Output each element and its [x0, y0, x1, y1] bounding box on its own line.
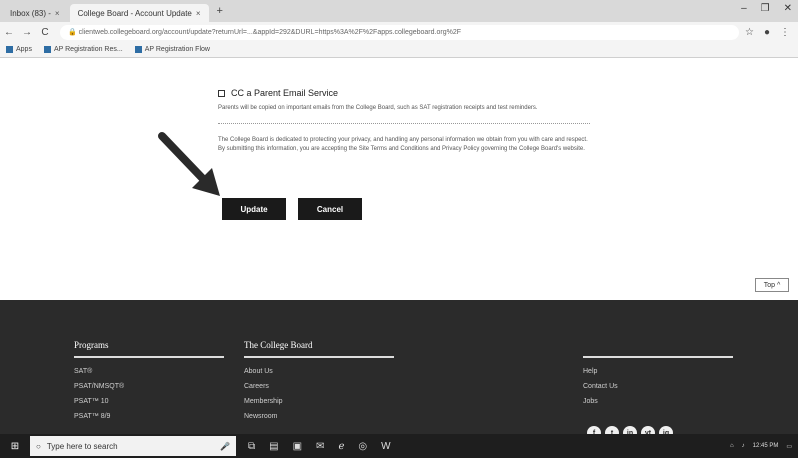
- footer-link[interactable]: PSAT™ 8/9: [74, 409, 224, 424]
- new-tab-button[interactable]: +: [209, 5, 231, 17]
- parent-email-hint: Parents will be copied on important emai…: [218, 105, 538, 111]
- consent-section: CC a Parent Email Service Parents will b…: [218, 88, 590, 154]
- file-explorer-icon[interactable]: ▤: [269, 441, 278, 452]
- mail-icon[interactable]: ✉: [316, 441, 324, 452]
- footer-college-board-heading: The College Board: [244, 340, 394, 358]
- form-actions: Update Cancel: [222, 198, 362, 220]
- windows-taskbar: ⊞ ○ Type here to search 🎤 ⧉ ▤ ▣ ✉ ℯ ◎ W …: [0, 434, 798, 458]
- tab-college-board[interactable]: College Board - Account Update ×: [69, 4, 209, 22]
- window-controls: – ❐ ✕: [741, 3, 792, 14]
- footer-links: Help Contact Us Jobs: [583, 340, 733, 409]
- taskbar-search-input[interactable]: ○ Type here to search 🎤: [30, 436, 236, 456]
- tab-label: College Board - Account Update: [77, 8, 192, 18]
- task-view-icon[interactable]: ⧉: [248, 441, 255, 452]
- close-tab-icon[interactable]: ×: [196, 9, 201, 18]
- privacy-notice: The College Board is dedicated to protec…: [218, 137, 588, 152]
- footer-link[interactable]: About Us: [244, 364, 394, 379]
- footer-link[interactable]: Help: [583, 364, 733, 379]
- parent-email-label: CC a Parent Email Service: [231, 88, 339, 98]
- close-window-icon[interactable]: ✕: [784, 3, 792, 14]
- footer-link[interactable]: Contact Us: [583, 379, 733, 394]
- footer-link[interactable]: Jobs: [583, 394, 733, 409]
- parent-email-option[interactable]: CC a Parent Email Service: [218, 88, 590, 98]
- arrow-annotation-icon: [158, 132, 220, 196]
- store-icon[interactable]: ▣: [293, 441, 302, 452]
- system-tray: ⌂ ♪ 12:45 PM ▭: [730, 443, 798, 450]
- browser-tab-bar: Inbox (83) - × College Board - Account U…: [0, 0, 798, 22]
- bookmark-star-icon[interactable]: ☆: [745, 27, 754, 38]
- clock[interactable]: 12:45 PM: [753, 443, 779, 449]
- bookmark-apps[interactable]: Apps: [6, 46, 32, 53]
- bookmark-ap-registration-res[interactable]: AP Registration Res...: [43, 46, 123, 53]
- footer-programs: Programs SAT® PSAT/NMSQT® PSAT™ 10 PSAT™…: [74, 340, 224, 424]
- cortana-icon: ○: [36, 441, 41, 451]
- cancel-button[interactable]: Cancel: [298, 198, 362, 220]
- footer-link[interactable]: PSAT™ 10: [74, 394, 224, 409]
- apps-grid-icon: [6, 46, 13, 53]
- network-icon[interactable]: ⌂: [730, 443, 734, 449]
- address-bar-row: ← → C 🔒 clientweb.collegeboard.org/accou…: [0, 22, 798, 42]
- footer-link[interactable]: Newsroom: [244, 409, 394, 424]
- windows-start-icon[interactable]: ⊞: [0, 441, 30, 452]
- lock-icon: 🔒: [68, 29, 79, 36]
- bookmark-ap-registration-flow[interactable]: AP Registration Flow: [134, 46, 210, 53]
- tab-label: Inbox (83) -: [10, 8, 51, 18]
- divider: [583, 356, 733, 358]
- parent-email-checkbox[interactable]: [218, 89, 225, 97]
- volume-icon[interactable]: ♪: [742, 443, 745, 449]
- reload-icon[interactable]: C: [36, 27, 54, 38]
- word-icon[interactable]: W: [381, 441, 390, 452]
- menu-icon[interactable]: ⋮: [780, 27, 790, 38]
- tab-inbox[interactable]: Inbox (83) - ×: [2, 4, 68, 22]
- forward-icon[interactable]: →: [18, 27, 36, 38]
- chrome-icon[interactable]: ◎: [358, 441, 367, 452]
- microphone-icon[interactable]: 🎤: [220, 442, 230, 451]
- minimize-icon[interactable]: –: [741, 3, 747, 14]
- profile-icon[interactable]: ●: [764, 27, 770, 38]
- search-placeholder: Type here to search: [46, 441, 118, 451]
- close-tab-icon[interactable]: ×: [55, 9, 60, 18]
- bookmark-page-icon: [43, 46, 51, 53]
- edge-icon[interactable]: ℯ: [338, 441, 344, 452]
- footer-link[interactable]: Careers: [244, 379, 394, 394]
- pinned-apps: ⧉ ▤ ▣ ✉ ℯ ◎ W: [248, 441, 391, 452]
- notifications-icon[interactable]: ▭: [786, 443, 792, 450]
- footer-link[interactable]: Membership: [244, 394, 394, 409]
- back-icon[interactable]: ←: [0, 27, 18, 38]
- url-text: clientweb.collegeboard.org/account/updat…: [78, 28, 461, 36]
- footer-link[interactable]: PSAT/NMSQT®: [74, 379, 224, 394]
- divider: [218, 123, 590, 124]
- back-to-top-button[interactable]: Top ^: [755, 278, 789, 292]
- bookmark-page-icon: [134, 46, 142, 53]
- maximize-icon[interactable]: ❐: [761, 3, 770, 14]
- update-button[interactable]: Update: [222, 198, 286, 220]
- footer-link[interactable]: SAT®: [74, 364, 224, 379]
- footer-programs-heading: Programs: [74, 340, 224, 358]
- bookmarks-bar: Apps AP Registration Res... AP Registrat…: [0, 42, 798, 58]
- site-footer: Programs SAT® PSAT/NMSQT® PSAT™ 10 PSAT™…: [0, 300, 798, 440]
- footer-college-board: The College Board About Us Careers Membe…: [244, 340, 394, 424]
- url-input[interactable]: 🔒 clientweb.collegeboard.org/account/upd…: [60, 24, 739, 40]
